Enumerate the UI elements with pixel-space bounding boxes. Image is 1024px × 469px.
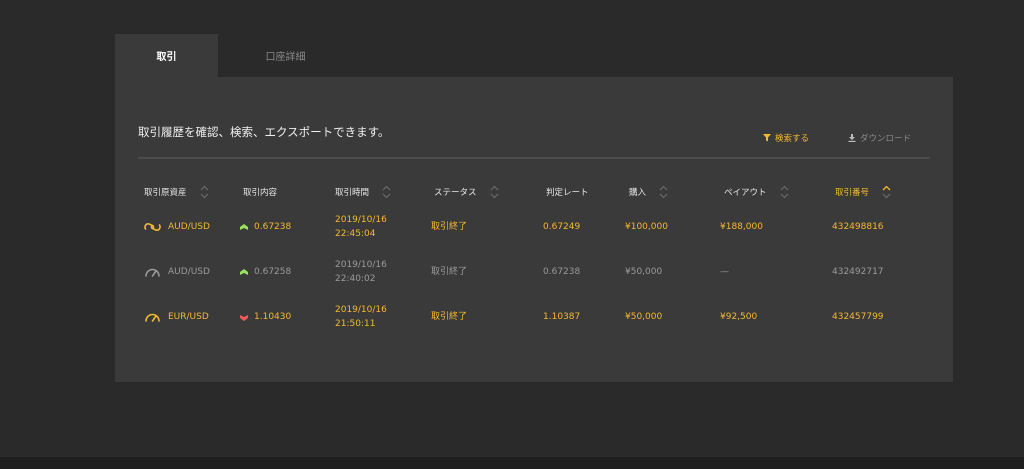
payout-cell: ¥188,000 bbox=[720, 222, 763, 232]
header-payout[interactable]: ペイアウト bbox=[724, 185, 789, 199]
download-button-label: ダウンロード bbox=[860, 134, 912, 144]
content-cell: 0.67238 bbox=[240, 220, 291, 234]
status-cell: 取引終了 bbox=[431, 267, 468, 277]
header-payout-label: ペイアウト bbox=[724, 188, 767, 198]
footer-bar bbox=[0, 457, 1024, 469]
tab-account-details[interactable]: 口座詳細 bbox=[218, 34, 353, 77]
download-icon bbox=[848, 134, 856, 142]
sort-icon bbox=[659, 185, 668, 199]
trade-id-cell: 432457799 bbox=[832, 312, 884, 322]
trade-clock: 22:45:04 bbox=[335, 229, 376, 239]
trade-date: 2019/10/16 bbox=[335, 215, 387, 225]
download-button[interactable]: ダウンロード bbox=[848, 132, 911, 144]
header-content-label: 取引内容 bbox=[243, 188, 278, 198]
payout-cell: — bbox=[720, 267, 729, 277]
search-button-label: 検索する bbox=[775, 134, 810, 144]
header-asset[interactable]: 取引原資産 bbox=[144, 185, 209, 199]
header-status[interactable]: ステータス bbox=[434, 185, 499, 199]
header-rate: 判定レート bbox=[546, 185, 589, 199]
asset-cell: EUR/USD bbox=[144, 310, 209, 324]
arrow-up-icon bbox=[240, 223, 248, 230]
asset-label: AUD/USD bbox=[168, 222, 210, 232]
header-purchase-label: 購入 bbox=[629, 188, 647, 198]
content-cell: 0.67258 bbox=[240, 265, 291, 279]
content-value: 0.67238 bbox=[254, 222, 292, 232]
trade-date: 2019/10/16 bbox=[335, 305, 387, 315]
tab-bar: 取引 口座詳細 bbox=[115, 34, 353, 77]
search-button[interactable]: 検索する bbox=[763, 132, 809, 144]
arrow-up-icon bbox=[240, 268, 248, 275]
header-id-label: 取引番号 bbox=[835, 188, 870, 198]
gauge-icon bbox=[145, 268, 160, 277]
sort-ascending-icon bbox=[882, 185, 891, 199]
trade-clock: 22:40:02 bbox=[335, 274, 376, 284]
header-rate-label: 判定レート bbox=[546, 188, 589, 198]
gauge-icon bbox=[145, 313, 160, 322]
asset-cell: AUD/USD bbox=[144, 265, 210, 279]
panel-description: 取引履歴を確認、検索、エクスポートできます。 bbox=[138, 125, 390, 139]
header-asset-label: 取引原資産 bbox=[144, 188, 187, 198]
content-value: 1.10430 bbox=[254, 312, 292, 322]
sort-icon bbox=[200, 185, 208, 199]
arrow-down-icon bbox=[240, 314, 248, 321]
asset-label: AUD/USD bbox=[168, 267, 210, 277]
trade-history-panel: 取引履歴を確認、検索、エクスポートできます。 検索する ダウンロード 取引原資産… bbox=[115, 77, 953, 382]
purchase-cell: ¥100,000 bbox=[625, 222, 668, 232]
header-status-label: ステータス bbox=[434, 188, 477, 198]
tab-trades[interactable]: 取引 bbox=[115, 34, 218, 77]
header-time-label: 取引時間 bbox=[335, 188, 370, 198]
filter-icon bbox=[763, 134, 771, 142]
trade-date: 2019/10/16 bbox=[335, 260, 387, 270]
trade-clock: 21:50:11 bbox=[335, 319, 376, 329]
trade-id-cell: 432498816 bbox=[832, 222, 884, 232]
divider bbox=[138, 157, 930, 159]
status-cell: 取引終了 bbox=[431, 312, 468, 322]
status-cell: 取引終了 bbox=[431, 222, 468, 232]
asset-label: EUR/USD bbox=[168, 312, 209, 322]
purchase-cell: ¥50,000 bbox=[625, 267, 663, 277]
purchase-cell: ¥50,000 bbox=[625, 312, 663, 322]
time-cell: 2019/10/16 22:40:02 bbox=[335, 258, 387, 286]
rate-cell: 0.67249 bbox=[543, 222, 581, 232]
time-cell: 2019/10/16 21:50:11 bbox=[335, 303, 387, 331]
trade-id-cell: 432492717 bbox=[832, 267, 884, 277]
header-purchase[interactable]: 購入 bbox=[629, 185, 668, 199]
header-content: 取引内容 bbox=[243, 185, 277, 199]
sort-icon bbox=[780, 185, 788, 199]
sort-icon bbox=[382, 185, 391, 199]
rate-cell: 0.67238 bbox=[543, 267, 581, 277]
header-id[interactable]: 取引番号 bbox=[835, 185, 891, 199]
content-cell: 1.10430 bbox=[240, 310, 291, 324]
content-value: 0.67258 bbox=[254, 267, 292, 277]
link-icon bbox=[144, 223, 161, 231]
sort-icon bbox=[490, 185, 498, 199]
asset-cell: AUD/USD bbox=[144, 220, 210, 234]
payout-cell: ¥92,500 bbox=[720, 312, 758, 322]
rate-cell: 1.10387 bbox=[543, 312, 581, 322]
header-time[interactable]: 取引時間 bbox=[335, 185, 391, 199]
time-cell: 2019/10/16 22:45:04 bbox=[335, 213, 387, 241]
